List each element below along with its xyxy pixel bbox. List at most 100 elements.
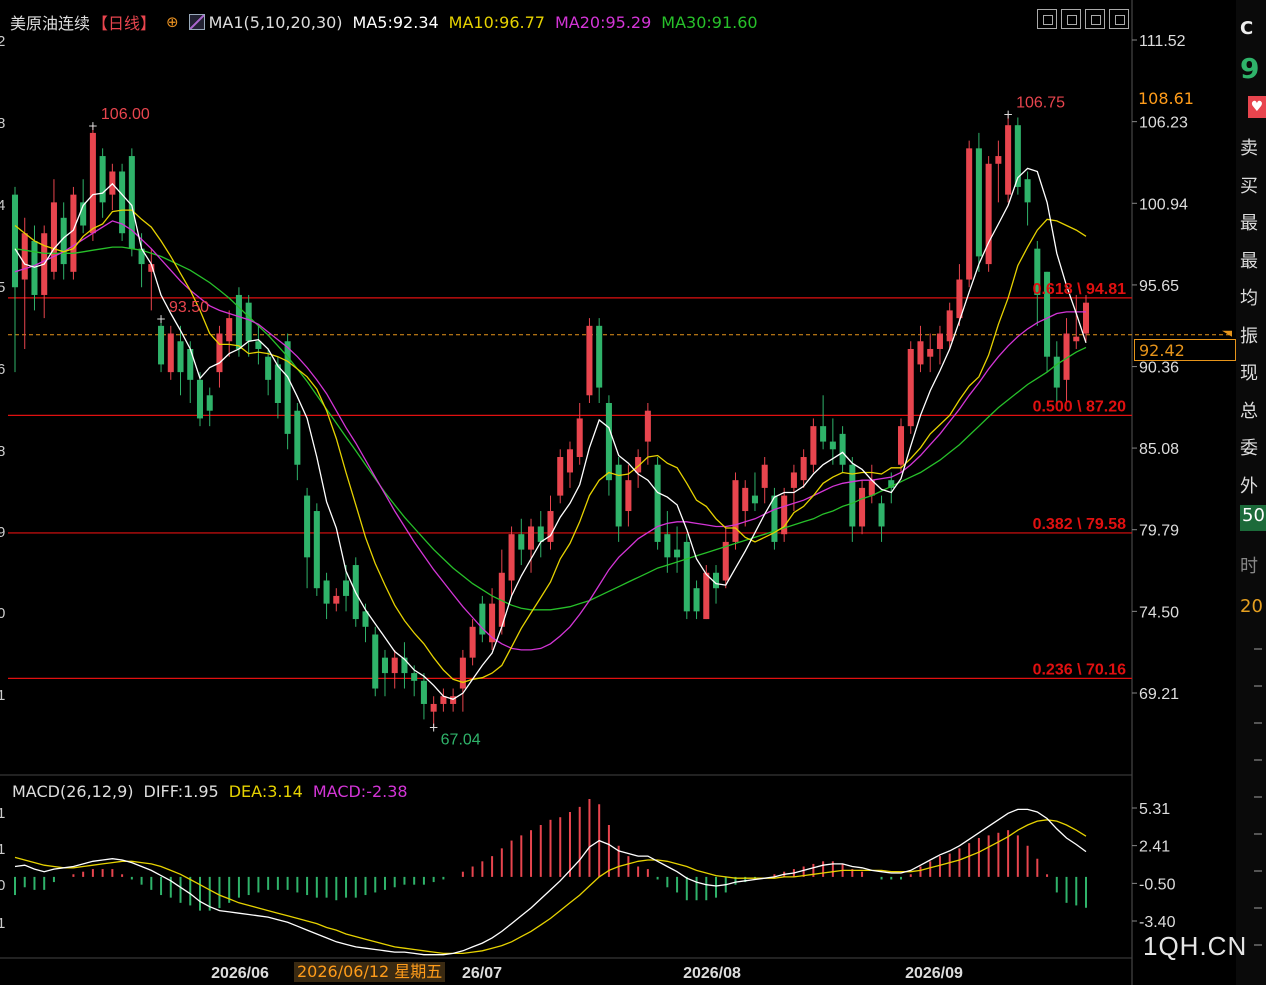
extreme-marker: + [156,312,166,326]
period-label[interactable]: 【日线】 [92,10,156,34]
candle-body [216,333,223,373]
panel-dash [1254,648,1262,650]
ma10-value: MA10:96.77 [448,12,545,32]
y-tick-label: 90.36 [1139,360,1179,377]
macd-y-tick-label: -0.50 [1139,876,1176,893]
left-axis-fragment: 4 [0,197,5,214]
candle-body [167,333,174,373]
x-tick-label: 2026/06 [211,965,269,982]
candle-body [245,302,252,342]
y-tick-label: 95.65 [1139,278,1179,295]
left-axis-fragment: 0 [0,877,5,894]
macd-dea: DEA:3.14 [228,782,303,801]
x-tick-label: 2026/08 [683,965,741,982]
candle-body [235,294,242,349]
candle-body [907,348,914,427]
highlight-price: 108.61 [1138,89,1194,108]
quote-field-label: 委 [1240,438,1258,459]
candle-body [50,202,57,272]
candle-body [596,325,603,388]
candle-body [820,426,827,442]
panel-dash [1254,722,1262,724]
candle-body [21,233,28,280]
panel-dash [1254,870,1262,872]
quote-field-label: 最 [1240,213,1258,234]
candle-body [528,526,535,550]
panel-dash [1254,685,1262,687]
candle-body [927,348,934,357]
chart-svg[interactable]: 0.618 \ 94.81 0.500 \ 87.20 0.382 \ 79.58 0… [0,0,1236,985]
layout-grid-icon[interactable] [1037,9,1057,29]
quote-field-label: 振 [1240,325,1258,347]
candle-body [693,588,700,612]
candle-body [70,194,77,272]
quote-field-label: 均 [1240,288,1258,309]
quote-field-label: 外 [1240,475,1258,497]
quote-code: C [1240,18,1254,39]
candle-body [177,341,184,373]
crosshair-date: 2026/06/12 星期五 [297,962,443,981]
candle-body [89,132,96,234]
high-annotation: 106.00 [101,106,150,123]
left-axis-fragment: 9 [0,524,5,541]
layout-columns-icon[interactable] [1061,9,1081,29]
left-axis-fragment: 1 [0,805,5,822]
candle-body [703,572,710,620]
quote-price: 9 [1240,52,1260,85]
quote-field-label: 卖 [1240,138,1258,159]
candle-body [742,487,749,512]
candle-body [615,464,622,527]
panel-dash [1254,833,1262,835]
candle-body [1024,179,1031,203]
chart-stage[interactable]: 美原油连续 【日线】 ⊕ MA1(5,10,20,30) MA5:92.34 M… [0,0,1266,985]
macd-y-tick-label: 2.41 [1139,839,1170,856]
macd-header: MACD(26,12,9) DIFF:1.95 DEA:3.14 MACD:-2… [12,782,408,801]
y-tick-label: 79.79 [1139,523,1179,540]
candle-body [391,657,398,674]
fib-label: 0.382 \ 79.58 [1033,516,1127,533]
candle-body [265,356,272,380]
candle-body [917,341,924,365]
candle-body [206,395,213,411]
left-axis-fragment: 1 [0,841,5,858]
candle-body [683,541,690,612]
fullscreen-icon[interactable] [1109,9,1129,29]
left-axis-fragment: 1 [0,687,5,704]
candle-body [654,464,661,542]
candle-body [586,325,593,396]
candle-body [576,418,583,458]
candle-body [1082,302,1090,334]
highlight-price-box: 108.61 [1134,88,1236,110]
candle-body [343,580,350,596]
play-icon[interactable] [1085,9,1105,29]
candle-body [313,511,320,589]
panel-dash [1254,796,1262,798]
quote-badge: 50 [1242,505,1265,526]
left-axis-fragment: 8 [0,443,5,460]
indicator-icon[interactable] [188,14,205,30]
fib-label: 0.618 \ 94.81 [1033,281,1127,298]
candle-body [790,472,797,488]
y-tick-label: 100.94 [1139,196,1188,213]
low-annotation: 67.04 [441,731,481,748]
quote-field-label: 最 [1240,250,1258,272]
candle-body [605,403,612,481]
candle-body [985,163,992,265]
instrument-name[interactable]: 美原油连续 [10,10,90,34]
y-tick-label: 69.21 [1139,686,1179,703]
candle-body [732,480,739,542]
candle-body [372,634,379,689]
quote-field-label: 总 [1240,400,1258,422]
candle-body [800,457,807,481]
candle-body [771,495,778,542]
candle-body [566,449,573,473]
favorite-heart-icon[interactable]: ♥ [1248,96,1266,118]
y-tick-label: 74.50 [1139,604,1179,621]
add-circle-icon[interactable]: ⊕ [166,13,179,31]
high-annotation: 106.75 [1016,95,1065,112]
fib-label: 0.236 \ 70.16 [1033,661,1127,678]
candle-body [625,480,632,512]
macd-diff: DIFF:1.95 [143,782,219,801]
candle-body [274,364,281,404]
x-tick-label: 2026/09 [905,965,963,982]
